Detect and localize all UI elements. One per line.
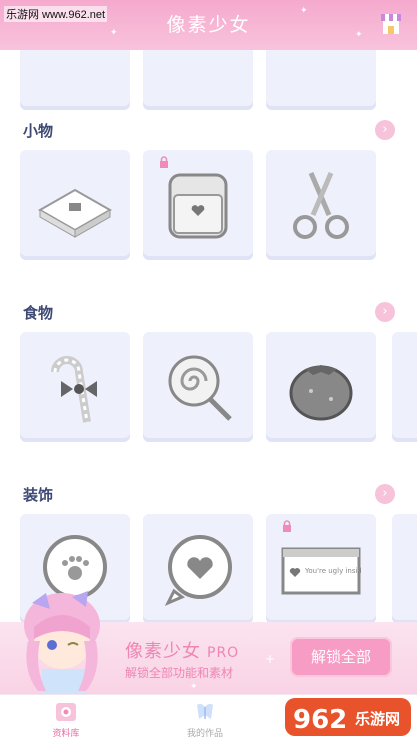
item-tile-heart-bubble[interactable] <box>143 514 253 622</box>
library-content[interactable]: 小物 › 食物 › 装饰 › You're ugly insid <box>0 50 417 622</box>
sparkle-icon: ✦ <box>190 682 198 692</box>
item-tile[interactable] <box>266 50 376 110</box>
item-tile[interactable] <box>20 50 130 110</box>
tab-my-works[interactable]: 我的作品 <box>155 695 255 742</box>
sparkle-icon: + <box>265 652 276 666</box>
gift-box-icon <box>37 188 113 238</box>
pro-title: 像素少女 PRO <box>125 637 239 663</box>
category-title: 小物 <box>23 122 54 140</box>
scissors-icon <box>293 172 349 239</box>
pro-badge: PRO <box>207 645 240 661</box>
logo-sub: 乐游网 <box>355 710 400 728</box>
item-tile-persimmon[interactable] <box>266 332 376 442</box>
sparkle-icon: ✦ <box>110 28 118 38</box>
item-tile[interactable] <box>143 50 253 110</box>
watermark: 乐游网 www.962.net <box>4 6 108 22</box>
category-title: 食物 <box>23 304 54 322</box>
category-more-button[interactable]: › <box>375 120 395 140</box>
message-window-text: You're ugly inside! <box>304 567 361 575</box>
shop-icon[interactable] <box>379 12 403 36</box>
tab-library[interactable]: 资料库 <box>16 695 116 742</box>
item-tile-school-bag[interactable] <box>143 150 253 260</box>
candy-cane-icon <box>51 356 97 423</box>
item-tile[interactable] <box>392 332 417 442</box>
heart-bubble-icon <box>164 535 232 606</box>
school-bag-icon <box>168 173 228 239</box>
pixel-girl-mascot <box>24 591 100 695</box>
item-tile-lollipop[interactable] <box>143 332 253 442</box>
works-icon <box>197 703 213 719</box>
sparkle-icon: ✦ <box>355 30 363 40</box>
logo-text: 962 <box>293 705 347 735</box>
tab-label: 资料库 <box>52 729 80 739</box>
item-tile-candy-cane[interactable] <box>20 332 130 442</box>
category-more-button[interactable]: › <box>375 302 395 322</box>
message-window-icon: You're ugly inside! <box>281 547 361 595</box>
tab-label: 我的作品 <box>186 729 223 739</box>
lock-icon <box>283 520 291 532</box>
item-tile-message-window[interactable]: You're ugly inside! <box>266 514 376 622</box>
pro-subtitle: 解锁全部功能和素材 <box>125 666 234 680</box>
sparkle-icon: ✦ <box>300 6 308 16</box>
item-tile-gift-box[interactable] <box>20 150 130 260</box>
962-logo: 962 乐游网 <box>285 698 411 736</box>
lock-icon <box>160 156 168 168</box>
item-tile-scissors[interactable] <box>266 150 376 260</box>
category-more-button[interactable]: › <box>375 484 395 504</box>
lollipop-icon <box>168 355 232 421</box>
item-tile[interactable] <box>392 514 417 622</box>
unlock-all-button[interactable]: 解锁全部 <box>290 637 392 677</box>
pro-title-text: 像素少女 <box>125 641 201 662</box>
category-title: 装饰 <box>23 486 54 504</box>
library-icon <box>56 703 76 721</box>
persimmon-icon <box>289 365 353 421</box>
